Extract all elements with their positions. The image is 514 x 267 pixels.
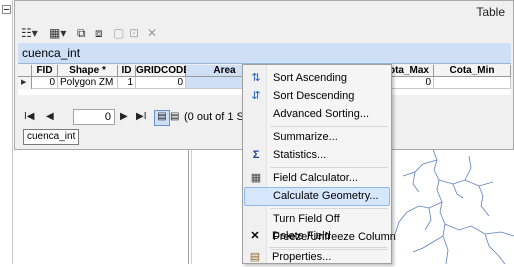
menu-item-sort-descending[interactable]: ⇵ Sort Descending bbox=[244, 87, 390, 106]
river-network bbox=[394, 150, 514, 264]
menu-item-statistics[interactable]: Σ Statistics... bbox=[244, 146, 390, 165]
menu-separator bbox=[270, 208, 388, 209]
select-by-attributes-icon[interactable]: ⧉ bbox=[77, 25, 86, 41]
menu-item-properties[interactable]: ▤ Properties... bbox=[243, 248, 389, 267]
layer-tab-header: cuenca_int bbox=[18, 43, 511, 64]
delete-x-icon: ✕ bbox=[250, 230, 260, 242]
show-all-records-icon[interactable]: ▤ bbox=[154, 110, 170, 126]
layer-name: cuenca_int bbox=[22, 46, 81, 60]
menu-item-calculate-geometry[interactable]: Calculate Geometry... bbox=[244, 187, 390, 206]
last-record-button[interactable]: ▶I bbox=[136, 109, 146, 125]
related-tables-icon[interactable]: ▦▾ bbox=[49, 25, 66, 41]
column-header-gridcode[interactable]: GRIDCODE bbox=[136, 65, 190, 77]
sigma-icon: Σ bbox=[252, 149, 260, 161]
cell-gridcode[interactable]: 0 bbox=[136, 77, 186, 89]
menu-item-advanced-sorting[interactable]: Advanced Sorting... bbox=[244, 105, 390, 124]
row-selector[interactable] bbox=[18, 77, 32, 89]
record-number-input[interactable]: 0 bbox=[73, 109, 115, 125]
sort-ascending-icon: ⇅ bbox=[251, 72, 261, 84]
first-record-button[interactable]: I◀ bbox=[24, 109, 34, 125]
sort-descending-icon: ⇵ bbox=[251, 90, 261, 102]
cell-id[interactable]: 1 bbox=[118, 77, 136, 89]
column-header-fid[interactable]: FID bbox=[32, 65, 58, 77]
column-header-id[interactable]: ID bbox=[118, 65, 136, 77]
menu-item-delete-field[interactable]: ✕ Delete Field bbox=[243, 227, 389, 246]
menu-separator bbox=[270, 167, 388, 168]
menu-item-sort-ascending[interactable]: ⇅ Sort Ascending bbox=[244, 69, 390, 88]
menu-item-summarize[interactable]: Summarize... bbox=[244, 128, 390, 147]
panel-divider-shadow bbox=[191, 148, 192, 264]
zoom-to-selected-icon[interactable]: ⊡ bbox=[129, 25, 139, 41]
calculator-icon: ▦ bbox=[250, 172, 262, 184]
cell-fid[interactable]: 0 bbox=[32, 77, 58, 89]
column-header-cota-min[interactable]: Cota_Min bbox=[434, 65, 511, 77]
cell-shape[interactable]: Polygon ZM bbox=[58, 77, 118, 89]
table-options-icon[interactable]: ☷▾ bbox=[21, 25, 38, 41]
tree-panel-strip bbox=[0, 0, 13, 264]
properties-icon: ▤ bbox=[249, 251, 261, 263]
menu-item-field-calculator[interactable]: ▦ Field Calculator... bbox=[244, 169, 390, 188]
menu-separator bbox=[270, 126, 388, 127]
previous-record-button[interactable]: ◀ bbox=[46, 109, 54, 125]
switch-selection-icon[interactable]: ⧈ bbox=[95, 25, 103, 41]
clear-selection-icon[interactable]: ▢ bbox=[113, 25, 124, 41]
next-record-button[interactable]: ▶ bbox=[120, 109, 128, 125]
map-view[interactable] bbox=[393, 150, 514, 264]
column-header-shape[interactable]: Shape * bbox=[58, 65, 118, 77]
panel-divider bbox=[188, 148, 189, 264]
delete-selected-icon[interactable]: ✕ bbox=[147, 25, 157, 41]
collapse-icon[interactable] bbox=[2, 5, 11, 14]
title-bar[interactable]: Table bbox=[15, 1, 513, 23]
cell-cota-min[interactable] bbox=[434, 77, 511, 89]
row-selector-header bbox=[18, 65, 32, 77]
show-selected-records-icon[interactable]: ▤ bbox=[170, 109, 179, 125]
window-title: Table bbox=[476, 5, 505, 19]
table-tab-cuenca-int[interactable]: cuenca_int bbox=[23, 129, 80, 145]
